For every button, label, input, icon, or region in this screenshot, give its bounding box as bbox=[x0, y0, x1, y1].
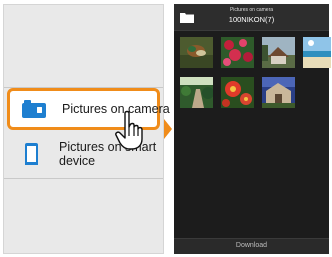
gallery-footer: Download bbox=[174, 238, 329, 254]
smartphone-icon bbox=[25, 143, 38, 165]
hand-pointer-icon bbox=[115, 110, 143, 150]
phone-screen-gallery: Pictures on camera 100NIKON(7) Download bbox=[174, 4, 331, 254]
thumbnail-duck[interactable] bbox=[180, 37, 213, 68]
camera-icon bbox=[22, 100, 46, 118]
phone-screen-menu: Pictures on camera Pictures on smart dev… bbox=[3, 4, 170, 254]
thumbnail-house[interactable] bbox=[262, 37, 295, 68]
thumbnail-beach[interactable] bbox=[303, 37, 331, 68]
gallery-header: Pictures on camera 100NIKON(7) bbox=[174, 4, 329, 31]
folder-name: 100NIKON(7) bbox=[228, 15, 275, 24]
gallery-title: Pictures on camera bbox=[229, 7, 274, 13]
thumbnail-red-flowers[interactable] bbox=[221, 77, 254, 108]
thumbnail-garden-path[interactable] bbox=[180, 77, 213, 108]
thumbnail-building[interactable] bbox=[262, 77, 295, 108]
download-button[interactable]: Download bbox=[174, 242, 329, 249]
thumbnail-flowers[interactable] bbox=[221, 37, 254, 68]
arrow-right-icon bbox=[164, 119, 172, 139]
divider bbox=[4, 178, 163, 179]
